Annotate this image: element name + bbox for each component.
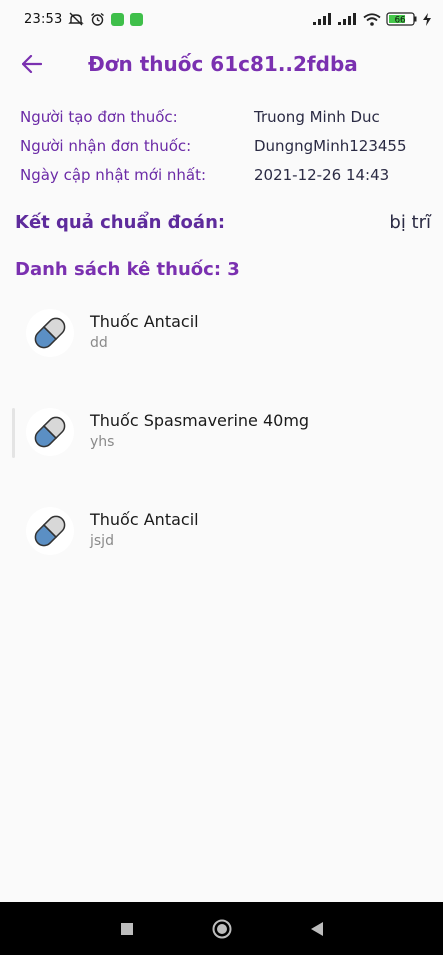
diagnosis-label: Kết quả chuẩn đoán:	[15, 212, 226, 233]
wifi-icon	[363, 12, 381, 26]
updated-label: Ngày cập nhật mới nhất:	[20, 165, 207, 184]
diagnosis-row: Kết quả chuẩn đoán: bị trĩ	[15, 212, 431, 233]
battery-level: 66	[395, 16, 406, 26]
recipient-value: DungngMinh123455	[254, 136, 407, 155]
medicine-name: Thuốc Spasmaverine 40mg	[90, 411, 310, 430]
arrow-left-icon	[22, 55, 42, 73]
recents-button[interactable]	[120, 922, 134, 936]
app-bar: Đơn thuốc 61c81..2fdba	[0, 38, 443, 90]
medicine-name: Thuốc Antacil	[90, 312, 199, 331]
back-nav-button[interactable]	[310, 921, 324, 937]
prescription-info: Người tạo đơn thuốc: Truong Minh Duc Ngư…	[20, 102, 430, 189]
muted-notification-icon	[68, 12, 85, 26]
medicine-note: dd	[90, 335, 108, 351]
medicine-note: yhs	[90, 434, 115, 450]
info-row-updated: Ngày cập nhật mới nhất: 2021-12-26 14:43	[20, 160, 430, 189]
medicine-note: jsjd	[90, 533, 114, 549]
page-title: Đơn thuốc 61c81..2fdba	[88, 52, 358, 76]
medicine-item[interactable]: Thuốc Antacil jsjd	[0, 501, 443, 600]
updated-value: 2021-12-26 14:43	[254, 165, 390, 184]
pill-icon	[26, 309, 74, 357]
signal-icon	[313, 13, 333, 25]
creator-value: Truong Minh Duc	[254, 107, 380, 126]
app-notification-icon	[111, 12, 125, 26]
medicine-item[interactable]: Thuốc Antacil dd	[0, 303, 443, 402]
medicine-list: Thuốc Antacil dd Thuốc Spasmaverine 40mg…	[0, 303, 443, 600]
home-button[interactable]	[212, 919, 232, 939]
medicine-name: Thuốc Antacil	[90, 510, 199, 529]
circle-icon	[212, 919, 231, 938]
triangle-back-icon	[310, 921, 323, 936]
info-row-creator: Người tạo đơn thuốc: Truong Minh Duc	[20, 102, 430, 131]
medicine-item[interactable]: Thuốc Spasmaverine 40mg yhs	[0, 402, 443, 501]
status-bar: 23:53 66	[0, 0, 443, 38]
diagnosis-value: bị trĩ	[389, 212, 431, 233]
pill-icon	[26, 507, 74, 555]
medicine-list-title: Danh sách kê thuốc: 3	[15, 259, 240, 280]
charging-icon	[423, 12, 431, 26]
signal-icon	[338, 13, 358, 25]
creator-label: Người tạo đơn thuốc:	[20, 107, 178, 126]
app-notification-icon	[130, 12, 144, 26]
status-time: 23:53	[24, 11, 63, 27]
system-nav-bar	[0, 902, 443, 955]
back-button[interactable]	[0, 38, 64, 90]
alarm-icon	[90, 12, 105, 27]
battery-icon: 66	[386, 12, 418, 26]
info-row-recipient: Người nhận đơn thuốc: DungngMinh123455	[20, 131, 430, 160]
recipient-label: Người nhận đơn thuốc:	[20, 136, 192, 155]
square-icon	[120, 922, 133, 935]
pill-icon	[26, 408, 74, 456]
